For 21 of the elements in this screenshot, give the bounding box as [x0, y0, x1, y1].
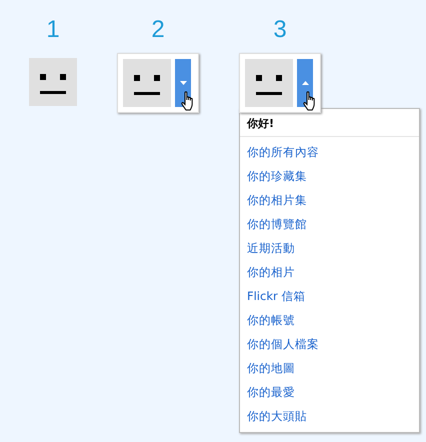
- menu-item[interactable]: 你的珍藏集: [240, 164, 419, 188]
- avatar-dropdown-button[interactable]: [117, 53, 199, 113]
- step-number: 2: [151, 16, 165, 44]
- menu-item[interactable]: 你的所有內容: [240, 140, 419, 164]
- avatar-icon: [29, 58, 77, 106]
- step-number: 1: [46, 16, 60, 44]
- menu-item[interactable]: Flickr 信箱: [240, 284, 419, 308]
- menu-item[interactable]: 你的帳號: [240, 308, 419, 332]
- menu-item[interactable]: 你的地圖: [240, 356, 419, 380]
- menu-item[interactable]: 你的相片: [240, 260, 419, 284]
- menu-item[interactable]: 你的個人檔案: [240, 332, 419, 356]
- menu-item[interactable]: 你的最愛: [240, 380, 419, 404]
- avatar-dropdown-button[interactable]: [239, 53, 321, 113]
- menu-item[interactable]: 你的相片集: [240, 188, 419, 212]
- greeting-text: 你好!: [240, 109, 419, 137]
- menu-item[interactable]: 近期活動: [240, 236, 419, 260]
- avatar-icon: [123, 59, 171, 107]
- menu-item[interactable]: 你的大頭貼: [240, 404, 419, 428]
- avatar-icon: [245, 59, 293, 107]
- step-number: 3: [273, 16, 287, 44]
- menu-item[interactable]: 你的博覽館: [240, 212, 419, 236]
